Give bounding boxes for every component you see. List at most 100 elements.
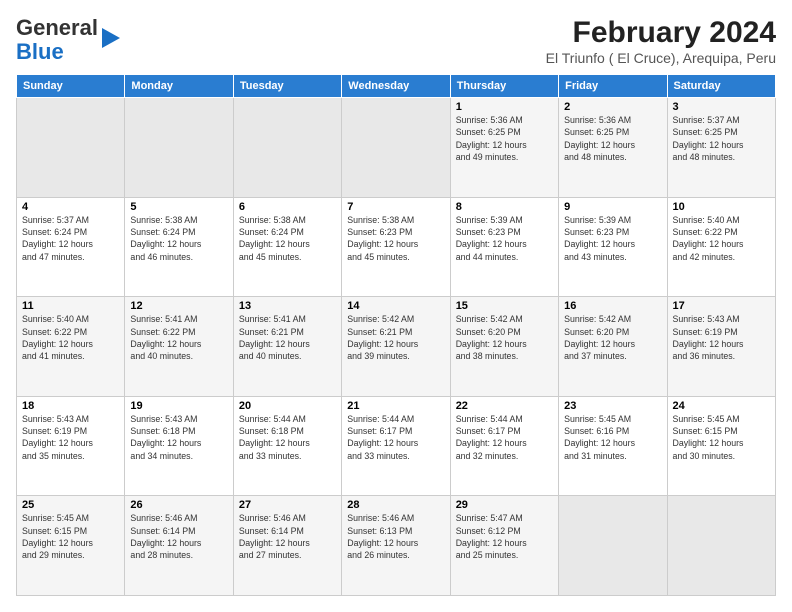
day-number: 22: [456, 400, 553, 412]
day-number: 15: [456, 300, 553, 312]
table-cell: 7Sunrise: 5:38 AM Sunset: 6:23 PM Daylig…: [342, 197, 450, 297]
header-tuesday: Tuesday: [233, 75, 341, 98]
header-thursday: Thursday: [450, 75, 558, 98]
day-info: Sunrise: 5:44 AM Sunset: 6:17 PM Dayligh…: [456, 413, 553, 462]
calendar-table: Sunday Monday Tuesday Wednesday Thursday…: [16, 74, 776, 596]
table-cell: 15Sunrise: 5:42 AM Sunset: 6:20 PM Dayli…: [450, 297, 558, 397]
table-cell: 26Sunrise: 5:46 AM Sunset: 6:14 PM Dayli…: [125, 496, 233, 596]
day-info: Sunrise: 5:37 AM Sunset: 6:24 PM Dayligh…: [22, 214, 119, 263]
day-info: Sunrise: 5:46 AM Sunset: 6:13 PM Dayligh…: [347, 512, 444, 561]
week-row-4: 18Sunrise: 5:43 AM Sunset: 6:19 PM Dayli…: [17, 396, 776, 496]
day-number: 6: [239, 201, 336, 213]
table-cell: 18Sunrise: 5:43 AM Sunset: 6:19 PM Dayli…: [17, 396, 125, 496]
day-number: 17: [673, 300, 770, 312]
table-cell: 20Sunrise: 5:44 AM Sunset: 6:18 PM Dayli…: [233, 396, 341, 496]
day-info: Sunrise: 5:46 AM Sunset: 6:14 PM Dayligh…: [239, 512, 336, 561]
day-number: 27: [239, 499, 336, 511]
day-info: Sunrise: 5:38 AM Sunset: 6:23 PM Dayligh…: [347, 214, 444, 263]
table-cell: [559, 496, 667, 596]
table-cell: 25Sunrise: 5:45 AM Sunset: 6:15 PM Dayli…: [17, 496, 125, 596]
table-cell: 29Sunrise: 5:47 AM Sunset: 6:12 PM Dayli…: [450, 496, 558, 596]
day-info: Sunrise: 5:42 AM Sunset: 6:20 PM Dayligh…: [564, 313, 661, 362]
logo: General Blue: [16, 16, 120, 64]
day-info: Sunrise: 5:41 AM Sunset: 6:21 PM Dayligh…: [239, 313, 336, 362]
week-row-3: 11Sunrise: 5:40 AM Sunset: 6:22 PM Dayli…: [17, 297, 776, 397]
logo-general: General: [16, 15, 98, 40]
day-number: 19: [130, 400, 227, 412]
day-number: 18: [22, 400, 119, 412]
day-number: 5: [130, 201, 227, 213]
table-cell: 9Sunrise: 5:39 AM Sunset: 6:23 PM Daylig…: [559, 197, 667, 297]
table-cell: 13Sunrise: 5:41 AM Sunset: 6:21 PM Dayli…: [233, 297, 341, 397]
table-cell: 19Sunrise: 5:43 AM Sunset: 6:18 PM Dayli…: [125, 396, 233, 496]
day-number: 20: [239, 400, 336, 412]
day-number: 16: [564, 300, 661, 312]
title-block: February 2024 El Triunfo ( El Cruce), Ar…: [546, 16, 776, 66]
day-number: 25: [22, 499, 119, 511]
day-info: Sunrise: 5:38 AM Sunset: 6:24 PM Dayligh…: [130, 214, 227, 263]
day-number: 12: [130, 300, 227, 312]
calendar-subtitle: El Triunfo ( El Cruce), Arequipa, Peru: [546, 50, 776, 66]
table-cell: 23Sunrise: 5:45 AM Sunset: 6:16 PM Dayli…: [559, 396, 667, 496]
day-number: 28: [347, 499, 444, 511]
table-cell: 17Sunrise: 5:43 AM Sunset: 6:19 PM Dayli…: [667, 297, 775, 397]
day-info: Sunrise: 5:36 AM Sunset: 6:25 PM Dayligh…: [564, 114, 661, 163]
header-sunday: Sunday: [17, 75, 125, 98]
day-info: Sunrise: 5:46 AM Sunset: 6:14 PM Dayligh…: [130, 512, 227, 561]
day-number: 24: [673, 400, 770, 412]
day-info: Sunrise: 5:45 AM Sunset: 6:15 PM Dayligh…: [22, 512, 119, 561]
week-row-1: 1Sunrise: 5:36 AM Sunset: 6:25 PM Daylig…: [17, 98, 776, 198]
table-cell: 2Sunrise: 5:36 AM Sunset: 6:25 PM Daylig…: [559, 98, 667, 198]
day-number: 1: [456, 101, 553, 113]
table-cell: 5Sunrise: 5:38 AM Sunset: 6:24 PM Daylig…: [125, 197, 233, 297]
day-info: Sunrise: 5:40 AM Sunset: 6:22 PM Dayligh…: [22, 313, 119, 362]
table-cell: 8Sunrise: 5:39 AM Sunset: 6:23 PM Daylig…: [450, 197, 558, 297]
logo-blue: Blue: [16, 39, 64, 64]
table-cell: 1Sunrise: 5:36 AM Sunset: 6:25 PM Daylig…: [450, 98, 558, 198]
table-cell: 27Sunrise: 5:46 AM Sunset: 6:14 PM Dayli…: [233, 496, 341, 596]
day-number: 10: [673, 201, 770, 213]
day-number: 11: [22, 300, 119, 312]
day-info: Sunrise: 5:45 AM Sunset: 6:15 PM Dayligh…: [673, 413, 770, 462]
table-cell: 22Sunrise: 5:44 AM Sunset: 6:17 PM Dayli…: [450, 396, 558, 496]
day-number: 9: [564, 201, 661, 213]
day-number: 7: [347, 201, 444, 213]
header-monday: Monday: [125, 75, 233, 98]
day-info: Sunrise: 5:47 AM Sunset: 6:12 PM Dayligh…: [456, 512, 553, 561]
header-saturday: Saturday: [667, 75, 775, 98]
table-cell: 11Sunrise: 5:40 AM Sunset: 6:22 PM Dayli…: [17, 297, 125, 397]
table-cell: 6Sunrise: 5:38 AM Sunset: 6:24 PM Daylig…: [233, 197, 341, 297]
day-number: 4: [22, 201, 119, 213]
day-info: Sunrise: 5:43 AM Sunset: 6:19 PM Dayligh…: [22, 413, 119, 462]
day-info: Sunrise: 5:42 AM Sunset: 6:21 PM Dayligh…: [347, 313, 444, 362]
table-cell: 3Sunrise: 5:37 AM Sunset: 6:25 PM Daylig…: [667, 98, 775, 198]
day-info: Sunrise: 5:42 AM Sunset: 6:20 PM Dayligh…: [456, 313, 553, 362]
day-number: 14: [347, 300, 444, 312]
logo-text: General Blue: [16, 16, 98, 64]
header: General Blue February 2024 El Triunfo ( …: [16, 16, 776, 66]
day-info: Sunrise: 5:38 AM Sunset: 6:24 PM Dayligh…: [239, 214, 336, 263]
week-row-5: 25Sunrise: 5:45 AM Sunset: 6:15 PM Dayli…: [17, 496, 776, 596]
header-wednesday: Wednesday: [342, 75, 450, 98]
day-info: Sunrise: 5:37 AM Sunset: 6:25 PM Dayligh…: [673, 114, 770, 163]
day-info: Sunrise: 5:39 AM Sunset: 6:23 PM Dayligh…: [564, 214, 661, 263]
page: General Blue February 2024 El Triunfo ( …: [0, 0, 792, 612]
day-info: Sunrise: 5:41 AM Sunset: 6:22 PM Dayligh…: [130, 313, 227, 362]
table-cell: 24Sunrise: 5:45 AM Sunset: 6:15 PM Dayli…: [667, 396, 775, 496]
calendar-title: February 2024: [546, 16, 776, 50]
day-number: 2: [564, 101, 661, 113]
day-info: Sunrise: 5:40 AM Sunset: 6:22 PM Dayligh…: [673, 214, 770, 263]
table-cell: 12Sunrise: 5:41 AM Sunset: 6:22 PM Dayli…: [125, 297, 233, 397]
day-info: Sunrise: 5:44 AM Sunset: 6:18 PM Dayligh…: [239, 413, 336, 462]
week-row-2: 4Sunrise: 5:37 AM Sunset: 6:24 PM Daylig…: [17, 197, 776, 297]
day-number: 26: [130, 499, 227, 511]
table-cell: 16Sunrise: 5:42 AM Sunset: 6:20 PM Dayli…: [559, 297, 667, 397]
table-cell: 4Sunrise: 5:37 AM Sunset: 6:24 PM Daylig…: [17, 197, 125, 297]
day-info: Sunrise: 5:39 AM Sunset: 6:23 PM Dayligh…: [456, 214, 553, 263]
day-info: Sunrise: 5:43 AM Sunset: 6:18 PM Dayligh…: [130, 413, 227, 462]
day-info: Sunrise: 5:36 AM Sunset: 6:25 PM Dayligh…: [456, 114, 553, 163]
table-cell: [17, 98, 125, 198]
logo-arrow-icon: [102, 28, 120, 48]
table-cell: [125, 98, 233, 198]
table-cell: 10Sunrise: 5:40 AM Sunset: 6:22 PM Dayli…: [667, 197, 775, 297]
